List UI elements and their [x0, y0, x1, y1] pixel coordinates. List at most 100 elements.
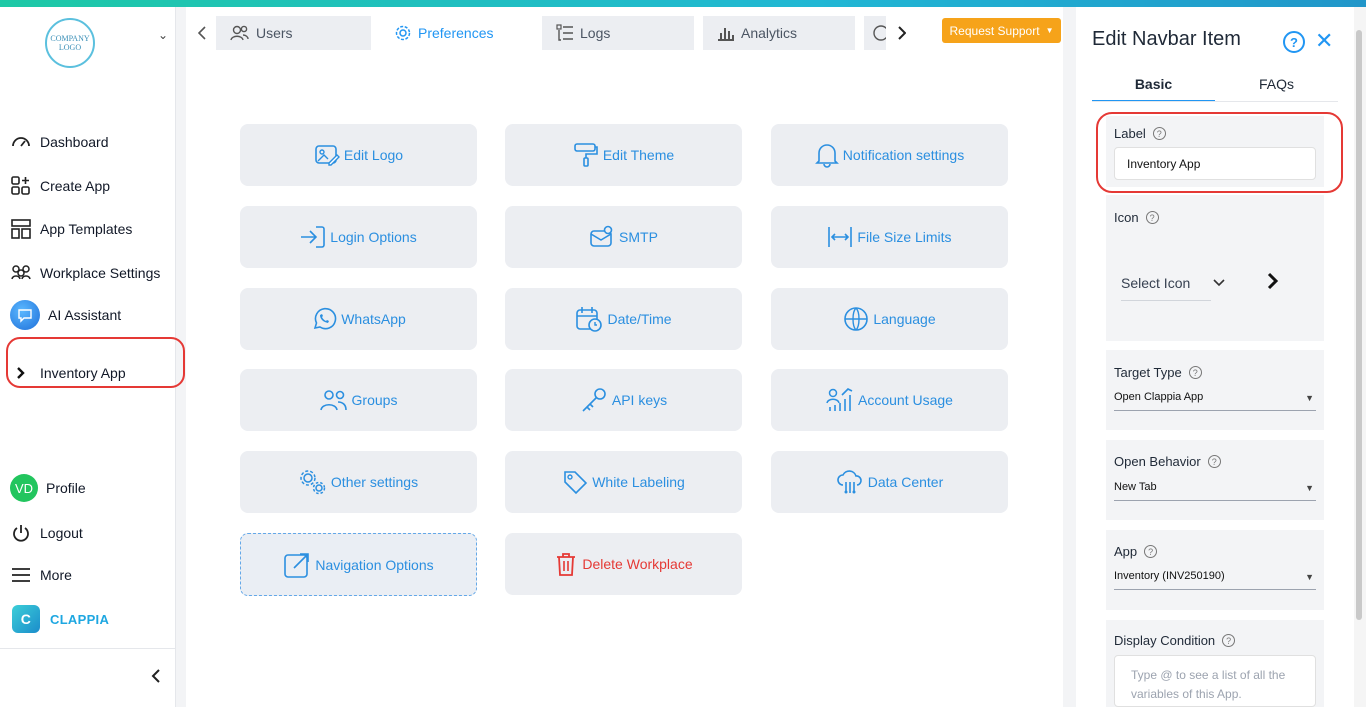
panel-tab-basic[interactable]: Basic	[1092, 76, 1215, 102]
sidebar-item-profile[interactable]: VD Profile	[10, 473, 86, 503]
sidebar-item-dashboard[interactable]: Dashboard	[10, 127, 109, 157]
card-account-usage[interactable]: Account Usage	[771, 369, 1008, 431]
question-icon[interactable]: ?	[1145, 211, 1159, 224]
login-icon	[300, 225, 326, 249]
field-label: Target Type	[1114, 365, 1182, 380]
power-icon	[10, 522, 32, 544]
add-app-icon	[10, 175, 32, 197]
question-icon[interactable]: ?	[1222, 634, 1236, 647]
sidebar-item-label: Logout	[40, 525, 83, 541]
panel-title: Edit Navbar Item	[1092, 28, 1241, 50]
question-icon[interactable]: ?	[1207, 455, 1221, 468]
field-label: Icon	[1114, 210, 1139, 225]
open-behavior-select[interactable]: New Tab ▼	[1114, 481, 1316, 501]
sidebar-item-workplace-settings[interactable]: Workplace Settings	[10, 258, 160, 288]
field-label: Open Behavior	[1114, 454, 1201, 469]
question-icon[interactable]: ?	[1144, 545, 1158, 558]
display-condition-label: Display Condition?	[1114, 633, 1236, 648]
collapse-sidebar-icon[interactable]	[150, 668, 162, 689]
card-edit-theme[interactable]: Edit Theme	[505, 124, 742, 186]
groups-icon	[319, 388, 348, 412]
chevron-down-icon[interactable]	[1213, 276, 1225, 290]
tab-users[interactable]: Users	[216, 16, 371, 50]
card-label: Account Usage	[858, 392, 953, 408]
external-link-icon	[283, 551, 311, 579]
paint-roller-icon	[573, 142, 599, 168]
cloud-network-icon	[836, 469, 864, 495]
users-icon	[230, 24, 250, 42]
card-label: SMTP	[619, 229, 658, 245]
brand-name: CLAPPIA	[50, 611, 110, 627]
tab-analytics[interactable]: Analytics	[703, 16, 855, 50]
request-support-button[interactable]: Request Support ▼	[942, 18, 1061, 43]
card-file-size-limits[interactable]: File Size Limits	[771, 206, 1008, 268]
sidebar-item-label: More	[40, 567, 72, 583]
tabs-scroll-left-icon[interactable]	[190, 16, 214, 50]
sidebar-item-ai-assistant[interactable]: AI Assistant	[10, 300, 121, 330]
open-behavior-section	[1106, 440, 1324, 520]
company-logo[interactable]: COMPANY LOGO	[45, 18, 95, 68]
card-date-time[interactable]: Date/Time	[505, 288, 742, 350]
target-type-select[interactable]: Open Clappia App ▼	[1114, 391, 1316, 411]
logo-text: COMPANY LOGO	[50, 34, 90, 52]
card-smtp[interactable]: SMTP	[505, 206, 742, 268]
help-icon[interactable]: ?	[1283, 31, 1305, 53]
bell-icon	[814, 142, 839, 168]
tabs-scroll-right-icon[interactable]	[890, 16, 914, 50]
card-whatsapp[interactable]: WhatsApp	[240, 288, 477, 350]
sidebar-item-label: App Templates	[40, 221, 133, 237]
sidebar-item-label: AI Assistant	[48, 307, 122, 323]
tab-preferences[interactable]: Preferences	[380, 16, 532, 50]
card-notification-settings[interactable]: Notification settings	[771, 124, 1008, 186]
sidebar-item-label: Dashboard	[40, 134, 109, 150]
chevron-down-icon[interactable]: ⌄	[158, 28, 168, 42]
select-value: Inventory (INV250190)	[1114, 570, 1225, 582]
card-data-center[interactable]: Data Center	[771, 451, 1008, 513]
chevron-right-icon[interactable]	[1266, 271, 1280, 297]
divider	[1092, 101, 1338, 102]
dollar-icon	[872, 24, 886, 42]
tab-billing[interactable]	[864, 16, 886, 50]
sidebar-item-more[interactable]: More	[10, 560, 72, 590]
card-delete-workplace[interactable]: Delete Workplace	[505, 533, 742, 595]
caret-down-icon: ▼	[1305, 483, 1314, 493]
users-settings-icon	[10, 262, 32, 284]
sidebar-item-logout[interactable]: Logout	[10, 518, 83, 548]
select-icon-dropdown[interactable]: Select Icon	[1121, 275, 1211, 301]
close-icon[interactable]: ✕	[1315, 28, 1333, 54]
image-edit-icon	[314, 143, 340, 167]
card-language[interactable]: Language	[771, 288, 1008, 350]
card-label: Navigation Options	[315, 556, 434, 573]
card-label: Edit Theme	[602, 147, 675, 163]
sidebar-item-create-app[interactable]: Create App	[10, 171, 110, 201]
templates-icon	[10, 218, 32, 240]
sidebar-item-app-templates[interactable]: App Templates	[10, 214, 132, 244]
gauge-icon	[10, 131, 32, 153]
card-api-keys[interactable]: API keys	[505, 369, 742, 431]
panel-tab-faqs[interactable]: FAQs	[1215, 76, 1338, 102]
question-icon[interactable]: ?	[1188, 366, 1202, 379]
card-navigation-options[interactable]: Navigation Options	[240, 533, 477, 596]
card-login-options[interactable]: Login Options	[240, 206, 477, 268]
key-icon	[580, 387, 608, 413]
field-label: App	[1114, 544, 1138, 559]
calendar-clock-icon	[575, 306, 603, 332]
tab-logs[interactable]: Logs	[542, 16, 694, 50]
whatsapp-icon	[311, 306, 337, 332]
card-label: File Size Limits	[857, 229, 952, 245]
scrollbar-thumb[interactable]	[1356, 30, 1362, 620]
display-condition-input[interactable]: Type @ to see a list of all the variable…	[1114, 655, 1316, 707]
sidebar-item-label: Workplace Settings	[40, 265, 161, 281]
caret-down-icon: ▼	[1305, 572, 1314, 582]
icon-field-label: Icon?	[1114, 210, 1159, 225]
card-other-settings[interactable]: Other settings	[240, 451, 477, 513]
app-select[interactable]: Inventory (INV250190) ▼	[1114, 570, 1316, 590]
open-behavior-label: Open Behavior?	[1114, 454, 1221, 469]
arrows-horizontal-icon	[827, 225, 853, 249]
card-label: Other settings	[330, 474, 419, 490]
card-edit-logo[interactable]: Edit Logo	[240, 124, 477, 186]
bar-chart-icon	[717, 25, 735, 41]
card-label: Groups	[351, 392, 398, 408]
card-groups[interactable]: Groups	[240, 369, 477, 431]
card-white-labeling[interactable]: White Labeling	[505, 451, 742, 513]
